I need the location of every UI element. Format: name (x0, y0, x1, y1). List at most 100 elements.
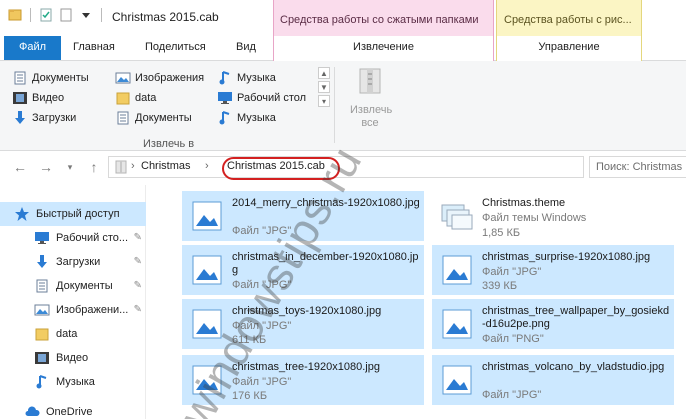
file-item[interactable]: 2014_merry_christmas-1920x1080.jpg Файл … (182, 191, 424, 241)
tab-manage[interactable]: Управление (496, 36, 642, 61)
chevron-down-icon[interactable] (79, 8, 93, 22)
file-item[interactable]: Christmas.theme Файл темы Windows 1,85 К… (432, 191, 674, 241)
file-item[interactable]: christmas_volcano_by_vladstudio.jpg Файл… (432, 355, 674, 405)
extract-to-group: Документы Видео Загрузки Изображения dat… (8, 65, 326, 150)
file-item[interactable]: christmas_tree_wallpaper_by_gosiekd-d16u… (432, 299, 674, 349)
file-item[interactable]: christmas_toys-1920x1080.jpg Файл "JPG" … (182, 299, 424, 349)
pin-icon[interactable]: ✎ (134, 256, 142, 267)
extract-to-documents-2[interactable]: Документы (115, 108, 192, 127)
nav-item-quick-access[interactable]: Быстрый доступ (0, 202, 146, 226)
file-type: Файл "JPG" (232, 320, 292, 332)
file-size: 611 КБ (232, 334, 267, 346)
pin-icon[interactable]: ✎ (134, 280, 142, 291)
star-icon (15, 207, 29, 221)
file-type: Файл "JPG" (232, 225, 292, 237)
download-icon (37, 255, 47, 268)
breadcrumb-separator-icon: › (205, 160, 209, 172)
file-type: Файл "JPG" (232, 279, 292, 291)
desktop-icon (35, 232, 49, 244)
breadcrumb-christmas[interactable]: Christmas (141, 160, 191, 172)
extract-to-pictures[interactable]: Изображения (115, 68, 204, 87)
highlight-ring (222, 157, 340, 180)
music-icon (36, 375, 47, 389)
folder-icon[interactable] (8, 8, 22, 22)
gallery-scroll[interactable]: ▲ ▼ ▾ (318, 67, 330, 123)
extract-to-music-2-label: Музыка (237, 111, 276, 124)
nav-item-label: Музыка (56, 376, 95, 388)
tab-share[interactable]: Поделиться (135, 36, 216, 60)
pin-icon[interactable]: ✎ (134, 232, 142, 243)
file-size: 1,85 КБ (482, 227, 521, 239)
extract-to-desktop-label: Рабочий стол (237, 91, 307, 104)
image-icon (442, 365, 472, 395)
nav-item-desktop[interactable]: Рабочий сто... ✎ (0, 226, 146, 250)
up-icon[interactable]: ↑ (86, 159, 102, 175)
file-type: Файл "JPG" (232, 376, 292, 388)
file-size: 339 КБ (482, 280, 518, 292)
extract-to-desktop[interactable]: Рабочий стол (217, 88, 306, 107)
extract-all-button[interactable]: Извлечь все (342, 65, 398, 137)
extract-to-documents[interactable]: Документы (12, 68, 89, 87)
chevron-up-icon[interactable]: ▲ (318, 67, 330, 79)
search-box[interactable]: Поиск: Christmas (589, 156, 686, 178)
extract-all-icon (359, 68, 381, 94)
properties-icon[interactable] (39, 8, 53, 22)
extract-to-downloads[interactable]: Загрузки (12, 108, 76, 127)
extract-to-pictures-label: Изображения (135, 71, 205, 84)
file-item[interactable]: christmas_surprise-1920x1080.jpg Файл "J… (432, 245, 674, 295)
recent-locations-icon[interactable]: ▾ (62, 159, 78, 175)
new-folder-icon[interactable] (59, 8, 73, 22)
address-bar[interactable]: › Christmas › Christmas 2015.cab (108, 156, 584, 178)
extract-all-label: Извлечь все (350, 104, 393, 129)
breadcrumb-separator-icon: › (131, 160, 135, 172)
nav-item-documents[interactable]: Документы ✎ (0, 274, 146, 298)
context-tab-picture: Средства работы с рис... (496, 0, 642, 36)
extract-to-data[interactable]: data (115, 88, 156, 107)
extract-to-music-2[interactable]: Музыка (217, 108, 276, 127)
nav-item-downloads[interactable]: Загрузки ✎ (0, 250, 146, 274)
toolbar-divider (30, 8, 31, 22)
file-item[interactable]: christmas_tree-1920x1080.jpg Файл "JPG" … (182, 355, 424, 405)
nav-item-data[interactable]: data (0, 322, 146, 346)
nav-item-label: Быстрый доступ (36, 208, 120, 220)
file-name: christmas_tree-1920x1080.jpg (232, 361, 380, 373)
image-icon (192, 255, 222, 285)
documents-icon (36, 279, 48, 293)
extract-to-group-label: Извлечь в (143, 138, 195, 150)
file-name: christmas_volcano_by_vladstudio.jpg (482, 361, 665, 373)
chevron-down-icon[interactable]: ▼ (318, 81, 330, 93)
nav-item-music[interactable]: Музыка (0, 370, 146, 394)
extract-to-music-label: Музыка (237, 71, 276, 84)
extract-to-downloads-label: Загрузки (32, 111, 77, 124)
expand-gallery-icon[interactable]: ▾ (318, 95, 330, 107)
nav-item-label: Изображени... (56, 304, 129, 316)
extract-to-video[interactable]: Видео (12, 88, 64, 107)
file-name: christmas_toys-1920x1080.jpg (232, 305, 382, 317)
nav-item-onedrive[interactable]: OneDrive (0, 400, 146, 419)
search-placeholder: Поиск: Christmas (596, 161, 683, 173)
music-icon (219, 70, 230, 84)
tab-extract[interactable]: Извлечение (273, 36, 494, 61)
file-type: Файл "PNG" (482, 333, 544, 345)
back-icon[interactable]: ← (12, 159, 28, 175)
file-type: Файл темы Windows (482, 212, 587, 224)
address-row: ← → ▾ ↑ › Christmas › Christmas 2015.cab… (0, 151, 686, 185)
nav-item-video[interactable]: Видео (0, 346, 146, 370)
file-list: 2014_merry_christmas-1920x1080.jpg Файл … (146, 185, 686, 419)
cloud-icon (25, 406, 40, 416)
tab-file[interactable]: Файл (4, 36, 61, 60)
tab-view[interactable]: Вид (226, 36, 266, 60)
context-tab-picture-label: Средства работы с рис... (504, 14, 632, 26)
file-type: Файл "JPG" (482, 389, 542, 401)
forward-icon[interactable]: → (38, 159, 54, 175)
tab-home[interactable]: Главная (63, 36, 125, 60)
file-item[interactable]: christmas_in_december-1920x1080.jpg Файл… (182, 245, 424, 295)
navigation-pane: Быстрый доступ Рабочий сто... ✎ Загрузки… (0, 185, 146, 419)
nav-item-pictures[interactable]: Изображени... ✎ (0, 298, 146, 322)
extract-to-music[interactable]: Музыка (217, 68, 276, 87)
title-bar: Christmas 2015.cab Средства работы со сж… (0, 0, 686, 36)
extract-to-documents-label: Документы (32, 71, 89, 84)
quick-access-toolbar (8, 8, 104, 22)
pin-icon[interactable]: ✎ (134, 304, 142, 315)
desktop-icon (218, 91, 232, 104)
